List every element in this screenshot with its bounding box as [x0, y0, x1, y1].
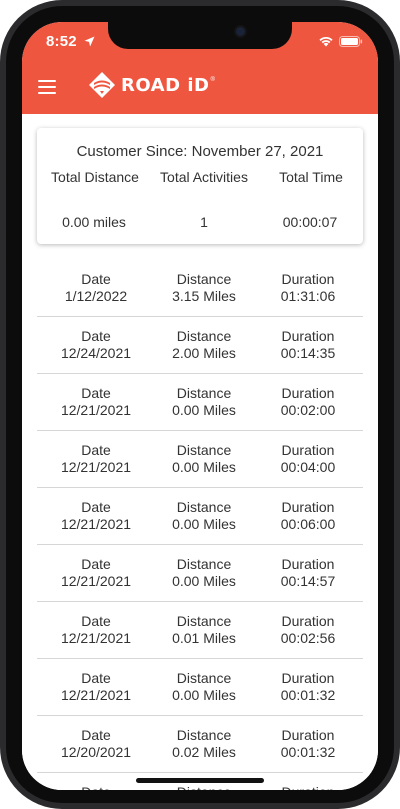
duration-label: Duration — [281, 556, 335, 572]
duration-value: 00:14:57 — [280, 573, 336, 589]
distance-value: 0.00 Miles — [172, 402, 236, 418]
distance-label: Distance — [176, 613, 232, 629]
distance-value: 2.00 Miles — [172, 345, 236, 361]
distance-label: Distance — [176, 385, 232, 401]
distance-value: 0.00 Miles — [172, 516, 236, 532]
date-value: 1/12/2022 — [64, 288, 128, 304]
location-arrow-icon — [84, 36, 95, 47]
distance-value: 0.00 Miles — [172, 459, 236, 475]
total-activities-label: Total Activities — [160, 169, 248, 185]
duration-label: Duration — [253, 784, 363, 790]
duration-label: Duration — [281, 328, 335, 344]
distance-label: Distance — [149, 784, 259, 790]
duration-label: Duration — [281, 499, 335, 515]
activity-row[interactable]: Date 12/21/2021 Distance 0.00 Miles Durati… — [37, 489, 363, 545]
total-distance-label: Total Distance — [51, 169, 139, 185]
activity-row[interactable]: Date 12/20/2021 Distance 0.02 Miles Durati… — [37, 717, 363, 773]
date-label: Date — [81, 499, 111, 515]
road-id-logo: ROAD iD ® — [88, 71, 215, 99]
volume-up-button — [0, 182, 2, 240]
distance-label: Distance — [176, 499, 232, 515]
distance-value: 0.00 Miles — [172, 687, 236, 703]
total-distance-value: 0.00 miles — [62, 214, 126, 230]
duration-value: 00:14:35 — [280, 345, 336, 361]
activity-row[interactable]: Date 12/21/2021 Distance 0.00 Miles Durati… — [37, 546, 363, 602]
distance-label: Distance — [176, 328, 232, 344]
date-value: 12/21/2021 — [60, 402, 132, 418]
date-value: 12/21/2021 — [60, 516, 132, 532]
duration-label: Duration — [281, 670, 335, 686]
total-time-value: 00:00:07 — [282, 214, 338, 230]
date-label: Date — [81, 385, 111, 401]
duration-value: 01:31:06 — [280, 288, 336, 304]
camera-icon — [236, 27, 245, 36]
summary-card: Customer Since: November 27, 2021 Total … — [37, 128, 363, 244]
activity-row[interactable]: Date 12/21/2021 Distance 0.00 Miles Durati… — [37, 660, 363, 716]
distance-label: Distance — [176, 556, 232, 572]
side-button-left — [0, 126, 2, 156]
wifi-icon — [319, 36, 333, 47]
activity-row[interactable]: Date 12/24/2021 Distance 2.00 Miles Durati… — [37, 318, 363, 374]
distance-value: 0.02 Miles — [172, 744, 236, 760]
date-label: Date — [81, 271, 111, 287]
activity-row[interactable]: Date 12/21/2021 Distance 0.00 Miles Durati… — [37, 432, 363, 488]
duration-value: 00:01:32 — [280, 687, 336, 703]
app-header: 8:52 ROAD iD ® — [22, 22, 378, 114]
activity-row[interactable]: Date 1/12/2022 Distance 3.15 Miles Duratio… — [37, 261, 363, 317]
logo-text: ROAD iD — [121, 74, 210, 96]
total-activities-value: 1 — [200, 214, 208, 230]
date-label: Date — [81, 670, 111, 686]
customer-since-text: Customer Since: November 27, 2021 — [76, 143, 324, 160]
date-label: Date — [81, 328, 111, 344]
battery-icon — [339, 36, 363, 47]
distance-value: 3.15 Miles — [172, 288, 236, 304]
date-value: 12/21/2021 — [60, 573, 132, 589]
distance-value: 0.01 Miles — [172, 630, 236, 646]
date-value: 12/21/2021 — [60, 630, 132, 646]
home-indicator[interactable] — [136, 778, 264, 783]
distance-label: Distance — [176, 670, 232, 686]
distance-label: Distance — [176, 727, 232, 743]
date-label: Date — [41, 784, 151, 790]
duration-value: 00:02:56 — [280, 630, 336, 646]
status-time: 8:52 — [46, 33, 77, 50]
phone-frame: 8:52 ROAD iD ® Customer Since: November … — [0, 0, 400, 809]
date-value: 12/21/2021 — [60, 687, 132, 703]
date-value: 12/21/2021 — [60, 459, 132, 475]
distance-label: Distance — [176, 442, 232, 458]
menu-icon[interactable] — [38, 80, 56, 94]
duration-label: Duration — [281, 271, 335, 287]
activity-content[interactable]: Customer Since: November 27, 2021 Total … — [22, 114, 378, 790]
duration-value: 00:04:00 — [280, 459, 336, 475]
device-notch — [108, 22, 292, 49]
duration-value: 00:01:32 — [280, 744, 336, 760]
date-value: 12/24/2021 — [60, 345, 132, 361]
total-time-label: Total Time — [279, 169, 343, 185]
activity-row[interactable]: Date 12/21/2021 Distance 0.00 Miles Durati… — [37, 375, 363, 431]
duration-label: Duration — [281, 442, 335, 458]
duration-label: Duration — [281, 727, 335, 743]
activity-row[interactable]: Date 12/21/2021 Distance 0.01 Miles Durati… — [37, 603, 363, 659]
date-label: Date — [81, 556, 111, 572]
date-label: Date — [81, 727, 111, 743]
road-id-logo-icon — [89, 72, 115, 98]
date-label: Date — [81, 442, 111, 458]
duration-label: Duration — [281, 613, 335, 629]
duration-label: Duration — [281, 385, 335, 401]
duration-value: 00:02:00 — [280, 402, 336, 418]
duration-value: 00:06:00 — [280, 516, 336, 532]
date-value: 12/20/2021 — [60, 744, 132, 760]
logo-trademark: ® — [210, 77, 215, 83]
volume-down-button — [0, 258, 2, 316]
distance-value: 0.00 Miles — [172, 573, 236, 589]
date-label: Date — [81, 613, 111, 629]
app-screen: 8:52 ROAD iD ® Customer Since: November … — [22, 22, 378, 790]
distance-label: Distance — [176, 271, 232, 287]
